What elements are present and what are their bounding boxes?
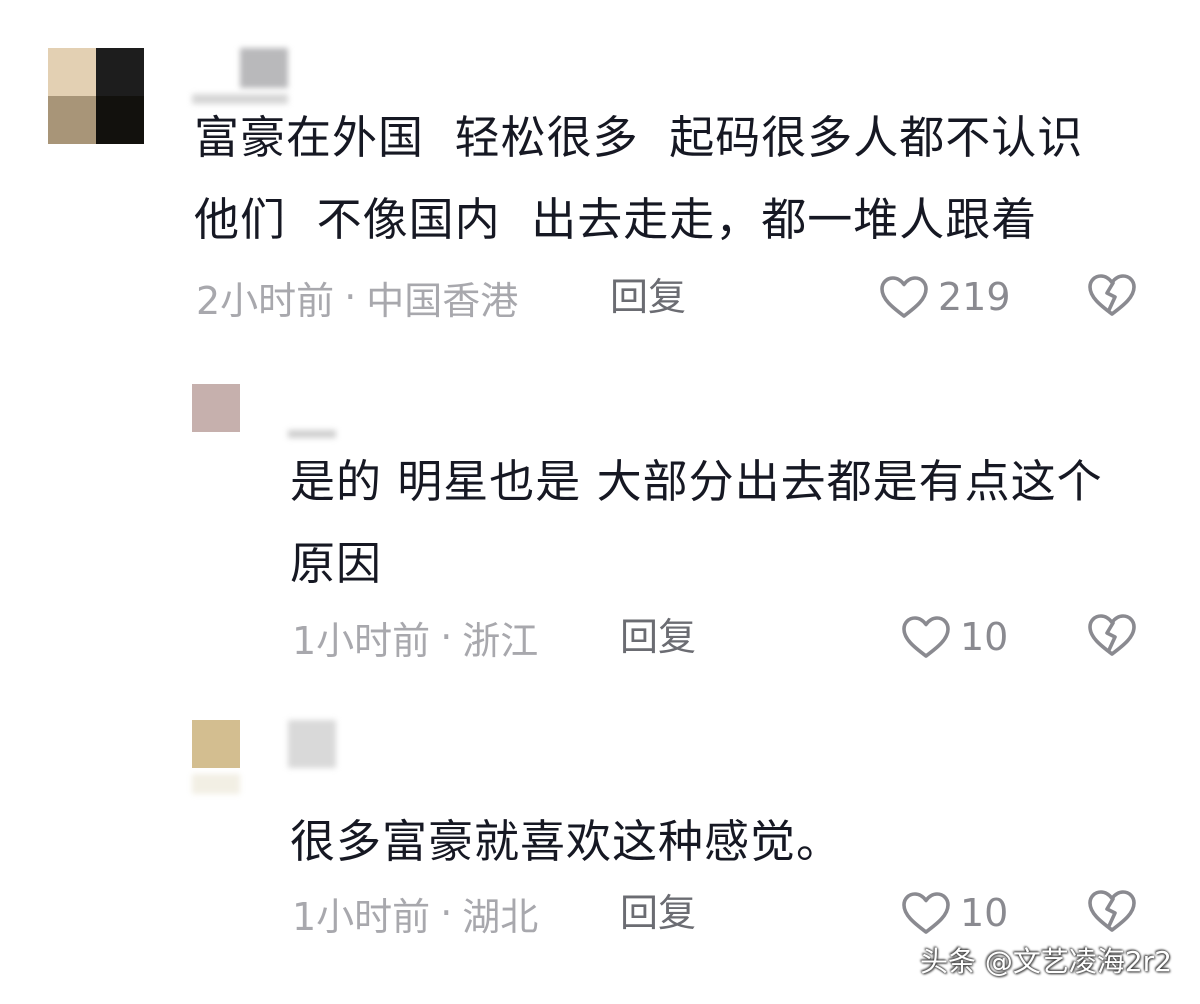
watermark: 头条 @文艺凌海2r2 — [919, 945, 1172, 978]
heart-outline-icon — [902, 892, 950, 934]
like-button[interactable]: 219 — [878, 272, 1011, 322]
reply-button[interactable]: 回复 — [610, 272, 686, 322]
reply-button[interactable]: 回复 — [620, 612, 696, 662]
comment-time: 2小时前 — [196, 278, 335, 323]
username-blurred[interactable] — [288, 720, 336, 768]
username-blurred[interactable] — [240, 48, 288, 88]
dislike-button[interactable] — [1086, 888, 1138, 938]
avatar[interactable] — [48, 48, 144, 144]
broken-heart-icon — [1088, 890, 1136, 932]
broken-heart-icon — [1088, 274, 1136, 316]
heart-outline-icon — [902, 616, 950, 658]
comment-text-line: 原因 — [290, 537, 383, 590]
reply-comment-item: 是的 明星也是 大部分出去都是有点这个 原因 1小时前 · 浙江 回复 10 — [0, 340, 1200, 710]
like-count: 219 — [938, 275, 1011, 319]
dislike-button[interactable] — [1086, 272, 1138, 322]
avatar[interactable] — [192, 720, 240, 768]
comment-time: 1小时前 — [292, 894, 431, 939]
meta-separator: · — [440, 891, 453, 935]
comment-text-line: 是的 明星也是 大部分出去都是有点这个 — [290, 455, 1103, 508]
comment-meta: 2小时前 · 中国香港 — [196, 272, 519, 323]
heart-outline-icon — [880, 276, 928, 318]
meta-separator: · — [344, 275, 357, 319]
like-button[interactable]: 10 — [900, 612, 1008, 662]
comment-location: 中国香港 — [366, 278, 519, 323]
comment-location: 浙江 — [462, 618, 539, 663]
comment-time: 1小时前 — [292, 618, 431, 663]
broken-heart-icon — [1088, 614, 1136, 656]
comment-meta: 1小时前 · 湖北 — [292, 888, 539, 939]
username-blurred-underline — [192, 774, 240, 794]
meta-separator: · — [440, 615, 453, 659]
like-button[interactable]: 10 — [900, 888, 1008, 938]
reply-button[interactable]: 回复 — [620, 888, 696, 938]
comment-text-line: 很多富豪就喜欢这种感觉。 — [290, 815, 843, 868]
comment-meta: 1小时前 · 浙江 — [292, 612, 539, 663]
comment-location: 湖北 — [462, 894, 539, 939]
comment-item: 富豪在外国 轻松很多 起码很多人都不认识 他们 不像国内 出去走走，都一堆人跟着… — [0, 0, 1200, 340]
avatar[interactable] — [192, 384, 240, 432]
dislike-button[interactable] — [1086, 612, 1138, 662]
like-count: 10 — [960, 891, 1009, 935]
comment-text-line: 他们 不像国内 出去走走，都一堆人跟着 — [194, 193, 1038, 246]
like-count: 10 — [960, 615, 1009, 659]
comment-text-line: 富豪在外国 轻松很多 起码很多人都不认识 — [194, 111, 1084, 164]
